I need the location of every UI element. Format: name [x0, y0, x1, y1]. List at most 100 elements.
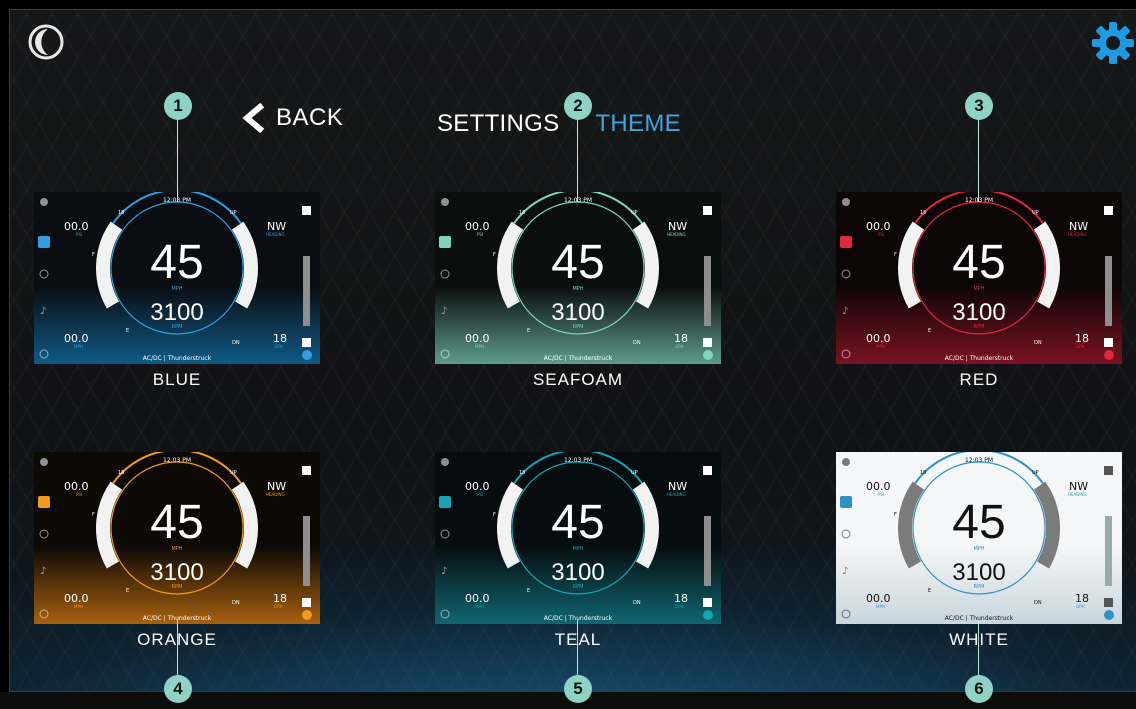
- volume-bar: [303, 516, 310, 586]
- trim-dn-label: DN: [1034, 600, 1042, 606]
- minus-icon: [302, 598, 311, 607]
- oil-unit: PSI: [76, 492, 82, 497]
- speed-value: 45: [551, 496, 604, 549]
- trim-dn-label: DN: [232, 340, 240, 346]
- trim-dn-label: DN: [633, 340, 641, 346]
- volt-label: 18: [118, 210, 124, 216]
- fuel-empty-label: E: [527, 588, 530, 594]
- callout-3: 3: [965, 92, 993, 202]
- temp-unit: MPH: [876, 344, 885, 349]
- rpm-unit: RPM: [172, 584, 183, 590]
- theme-preview[interactable]: ♪ 12:03 PM 45 MPH 3100 RPM 00.0 PSI 00.0…: [836, 452, 1122, 624]
- fuel-flow-unit: GPH: [675, 604, 684, 609]
- callout-line: [978, 116, 979, 202]
- oil-unit: PSI: [878, 492, 884, 497]
- heading-label: HEADING: [1068, 232, 1087, 237]
- callout-badge: 4: [164, 675, 192, 703]
- fuel-flow-unit: GPH: [274, 604, 283, 609]
- theme-option-teal[interactable]: ♪ 12:03 PM 45 MPH 3100 RPM 00.0 PSI 00.0…: [435, 452, 721, 649]
- theme-preview[interactable]: ♪ 12:03 PM 45 MPH 3100 RPM 00.0 PSI 00.0…: [34, 452, 320, 624]
- clock-text: 12:03 PM: [564, 457, 592, 464]
- theme-option-seafoam[interactable]: ♪ 12:03 PM 45 MPH 3100 RPM 00.0 PSI 00.0…: [435, 192, 721, 389]
- theme-option-blue[interactable]: ♪ 12:03 PM 45 MPH 3100 RPM 00.0 PSI 00.0…: [34, 192, 320, 389]
- theme-option-red[interactable]: ♪ 12:03 PM 45 MPH 3100 RPM 00.0 PSI 00.0…: [836, 192, 1122, 389]
- moon-icon: [40, 458, 48, 466]
- speed-value: 45: [952, 496, 1005, 549]
- fuel-empty-label: E: [928, 328, 931, 334]
- callout-4: 4: [164, 620, 192, 704]
- callout-badge: 3: [965, 92, 993, 120]
- active-mode-icon: [439, 236, 451, 248]
- clock-text: 12:03 PM: [965, 457, 993, 464]
- temp-unit: MPH: [876, 604, 885, 609]
- volt-label: 18: [519, 210, 525, 216]
- moon-icon: [842, 458, 850, 466]
- fuel-empty-label: E: [928, 588, 931, 594]
- active-mode-icon: [38, 496, 50, 508]
- minus-icon: [703, 338, 712, 347]
- speed-value: 45: [952, 236, 1005, 289]
- rpm-unit: RPM: [974, 324, 985, 330]
- power-icon: [1104, 350, 1114, 360]
- speed-value: 45: [150, 236, 203, 289]
- plus-icon: [703, 466, 712, 475]
- callout-badge: 1: [164, 92, 192, 120]
- back-button[interactable]: BACK: [240, 100, 343, 136]
- theme-option-white[interactable]: ♪ 12:03 PM 45 MPH 3100 RPM 00.0 PSI 00.0…: [836, 452, 1122, 649]
- music-icon: ♪: [441, 306, 447, 317]
- moon-icon: [441, 198, 449, 206]
- theme-preview[interactable]: ♪ 12:03 PM 45 MPH 3100 RPM 00.0 PSI 00.0…: [435, 452, 721, 624]
- night-mode-button[interactable]: [26, 22, 66, 62]
- callout-line: [177, 620, 178, 678]
- speed-unit: MPH: [973, 546, 984, 552]
- rpm-unit: RPM: [573, 584, 584, 590]
- callout-line: [978, 620, 979, 678]
- trim-up-label: UP: [631, 470, 638, 476]
- theme-preview[interactable]: ♪ 12:03 PM 45 MPH 3100 RPM 00.0 PSI 00.0…: [836, 192, 1122, 364]
- active-mode-icon: [439, 496, 451, 508]
- theme-label: BLUE: [152, 370, 202, 389]
- media-text: AC/DC | Thunderstruck: [143, 355, 212, 362]
- oil-unit: PSI: [477, 232, 483, 237]
- callout-badge: 6: [965, 675, 993, 703]
- trim-up-label: UP: [1032, 470, 1039, 476]
- breadcrumb-settings[interactable]: SETTINGS: [437, 110, 559, 137]
- callout-line: [577, 620, 578, 678]
- minus-icon: [1104, 598, 1113, 607]
- theme-preview[interactable]: ♪ 12:03 PM 45 MPH 3100 RPM 00.0 PSI 00.0…: [435, 192, 721, 364]
- plus-icon: [302, 466, 311, 475]
- fuel-full-label: F: [92, 512, 95, 518]
- speed-unit: MPH: [171, 286, 182, 292]
- callout-5: 5: [564, 620, 592, 704]
- minus-icon: [703, 598, 712, 607]
- power-icon: [703, 610, 713, 620]
- theme-preview[interactable]: ♪ 12:03 PM 45 MPH 3100 RPM 00.0 PSI 00.0…: [34, 192, 320, 364]
- callout-line: [577, 116, 578, 202]
- trim-up-label: UP: [230, 470, 237, 476]
- moon-icon: [28, 24, 64, 60]
- fuel-full-label: F: [493, 512, 496, 518]
- fuel-empty-label: E: [527, 328, 530, 334]
- moon-icon: [40, 198, 48, 206]
- fuel-full-label: F: [894, 252, 897, 258]
- theme-option-orange[interactable]: ♪ 12:03 PM 45 MPH 3100 RPM 00.0 PSI 00.0…: [34, 452, 320, 649]
- minus-icon: [1104, 338, 1113, 347]
- fuel-flow-unit: GPH: [675, 344, 684, 349]
- trim-up-label: UP: [1032, 210, 1039, 216]
- active-mode-icon: [38, 236, 50, 248]
- oil-unit: PSI: [477, 492, 483, 497]
- settings-button[interactable]: [1090, 20, 1136, 66]
- minus-icon: [302, 338, 311, 347]
- rpm-value: 3100: [150, 559, 203, 586]
- callout-badge: 2: [564, 92, 592, 120]
- rpm-unit: RPM: [172, 324, 183, 330]
- trim-up-label: UP: [631, 210, 638, 216]
- fuel-full-label: F: [92, 252, 95, 258]
- temp-unit: MPH: [475, 344, 484, 349]
- heading-label: HEADING: [667, 492, 686, 497]
- plus-icon: [302, 206, 311, 215]
- speed-unit: MPH: [572, 286, 583, 292]
- heading-label: HEADING: [266, 492, 285, 497]
- rpm-value: 3100: [551, 559, 604, 586]
- power-icon: [302, 610, 312, 620]
